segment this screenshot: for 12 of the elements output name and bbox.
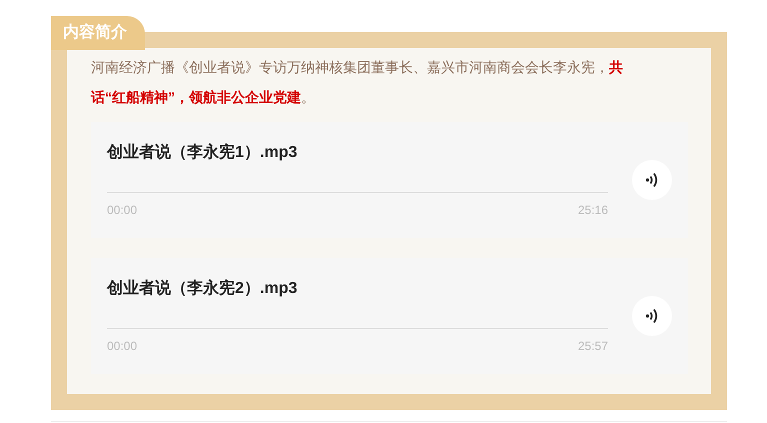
audio-title: 创业者说（李永宪2）.mp3 — [107, 278, 298, 298]
audio-title: 创业者说（李永宪1）.mp3 — [107, 142, 298, 162]
intro-paragraph: 河南经济广播《创业者说》专访万纳神核集团董事长、嘉兴市河南商会会长李永宪，共话“红船精神”，领航非公企业党建。 — [91, 58, 624, 107]
duration-time: 25:16 — [578, 202, 608, 218]
section-tab-label: 内容简介 — [63, 22, 127, 43]
elapsed-time: 00:00 — [107, 202, 138, 218]
sound-icon — [645, 172, 659, 188]
sound-icon — [645, 308, 659, 324]
elapsed-time: 00:00 — [107, 338, 138, 354]
play-button[interactable] — [632, 160, 672, 200]
play-button[interactable] — [632, 296, 672, 336]
duration-time: 25:57 — [578, 338, 608, 354]
